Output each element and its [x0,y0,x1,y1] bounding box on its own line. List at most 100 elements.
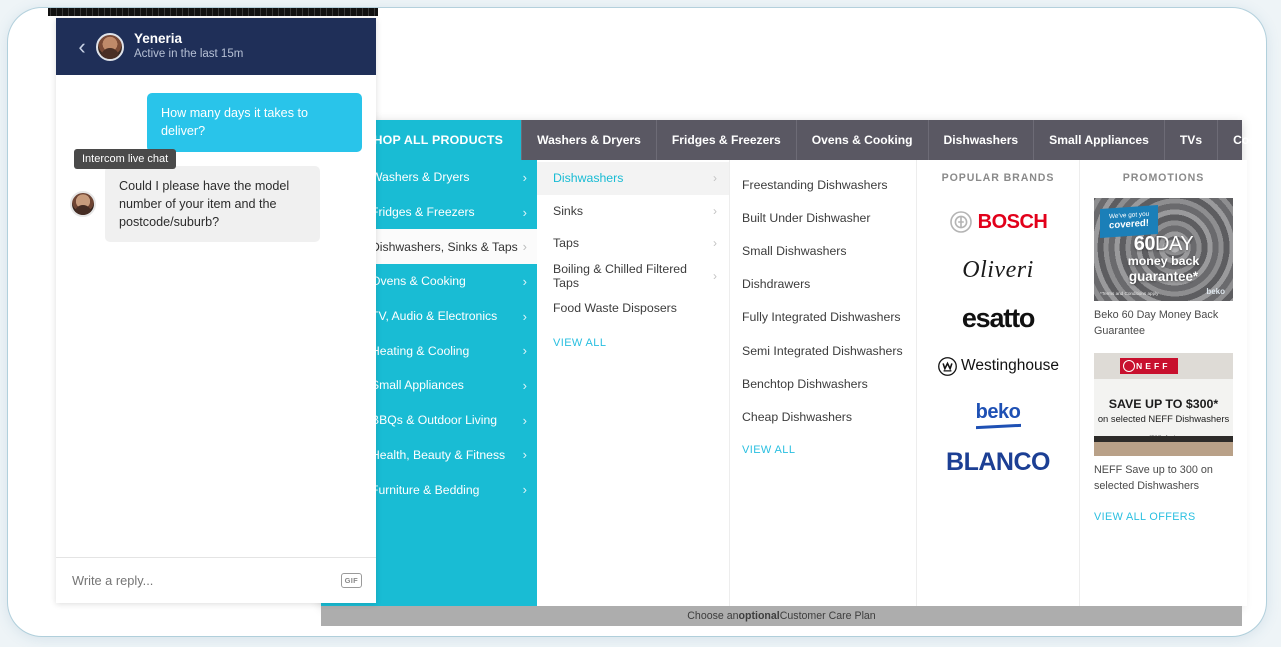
category-label: Washers & Dryers [371,170,470,185]
footer-suffix: Customer Care Plan [779,610,876,622]
chevron-right-icon: › [522,239,527,255]
customer-care-plan-bar[interactable]: Choose an optional Customer Care Plan [321,606,1242,626]
brand-logo-oliveri[interactable]: Oliveri [917,246,1079,294]
promo-brand-logo: beko [1206,287,1225,296]
product-type-item-fully-integrated-dishwashers[interactable]: Fully Integrated Dishwashers [730,301,916,334]
promo-fine-print: *Terms and Conditions apply [1100,291,1159,296]
subcategory-label: Sinks [553,203,584,218]
subcategory-item-boiling-chilled-filtered-taps[interactable]: Boiling & Chilled Filtered Taps › [537,260,729,293]
category-label: Fridges & Freezers [371,205,475,220]
promo-big-number: 60 [1133,233,1156,255]
subcategory-label: Dishwashers [553,171,624,186]
category-label: BBQs & Outdoor Living [371,413,497,428]
chevron-right-icon: › [522,412,527,428]
subcategory-item-food-waste-disposers[interactable]: Food Waste Disposers [537,292,729,325]
promo-line2: on selected NEFF Dishwashers [1097,413,1230,425]
category-label: Small Appliances [371,378,464,393]
chevron-right-icon: › [522,308,527,324]
promotions-column: PROMOTIONS We've got you covered! 60DAY … [1080,160,1247,606]
product-type-item-freestanding-dishwashers[interactable]: Freestanding Dishwashers [730,168,916,201]
category-label: Ovens & Cooking [371,274,466,289]
subcategory-item-dishwashers[interactable]: Dishwashers › [537,162,729,195]
megamenu-columns: Washers & Dryers › Fridges & Freezers › Dish… [321,160,1247,606]
category-label: TV, Audio & Electronics [371,309,498,324]
promotion-caption: Beko 60 Day Money Back Guarantee [1094,309,1219,337]
shop-megamenu-window: SHOP ALL PRODUCTS Washers & Dryers Fridge… [321,120,1266,626]
subcategory-label: Food Waste Disposers [553,301,677,316]
category-label: Furniture & Bedding [371,482,480,497]
chevron-right-icon: › [522,377,527,393]
chevron-right-icon: › [713,171,717,186]
product-type-column: Freestanding Dishwashers Built Under Dish… [730,160,917,606]
view-all-offers-link[interactable]: VIEW ALL OFFERS [1080,495,1247,523]
chevron-right-icon: › [713,268,717,283]
product-type-item-dishdrawers[interactable]: Dishdrawers [730,268,916,301]
category-label: Health, Beauty & Fitness [371,447,506,462]
promo-line2: money back [1127,254,1200,268]
chevron-right-icon: › [522,343,527,359]
chevron-right-icon: › [522,169,527,185]
category-label: Heating & Cooling [371,343,470,358]
promotion-image-neff: NEFF SAVE UP TO $300* on selected NEFF D… [1094,353,1233,457]
chevron-right-icon: › [713,203,717,218]
shop-navigation-bar: SHOP ALL PRODUCTS Washers & Dryers Fridge… [321,120,1266,160]
promo-headline: 60DAY money back guarantee* [1094,234,1233,284]
product-type-list: Freestanding Dishwashers Built Under Dish… [730,168,916,434]
page-card: ‹ Yeneria Active in the last 15m Interco… [8,8,1266,636]
gif-icon[interactable]: GIF [340,573,362,588]
product-type-item-semi-integrated-dishwashers[interactable]: Semi Integrated Dishwashers [730,334,916,367]
product-type-item-benchtop-dishwashers[interactable]: Benchtop Dishwashers [730,367,916,400]
nav-item-small-appliances[interactable]: Small Appliances [1033,120,1164,160]
nav-item-fridges-freezers[interactable]: Fridges & Freezers [655,120,796,160]
chat-contact-name: Yeneria [134,30,183,46]
shop-all-products-label: SHOP ALL PRODUCTS [365,133,504,147]
chat-composer: GIF [56,557,376,603]
promotion-card[interactable]: NEFF SAVE UP TO $300* on selected NEFF D… [1080,353,1247,494]
subcategory-view-all-link[interactable]: VIEW ALL [537,325,729,349]
promo-line3: guarantee* [1128,268,1199,284]
chat-header: ‹ Yeneria Active in the last 15m [56,18,376,75]
brand-logo-esatto[interactable]: esatto [917,294,1079,342]
subcategory-item-taps[interactable]: Taps › [537,227,729,260]
reply-input[interactable] [70,572,341,589]
agent-avatar [70,190,96,217]
subcategory-list: Dishwashers › Sinks › Taps › Boiling & Chilled… [537,162,729,325]
product-type-item-small-dishwashers[interactable]: Small Dishwashers [730,234,916,267]
chevron-left-icon[interactable]: ‹ [70,35,94,58]
brand-logo-blanco[interactable]: BLANCO [917,438,1079,486]
chevron-right-icon: › [522,204,527,220]
promo-line1: SAVE UP TO $300* [1108,397,1219,412]
product-type-item-cheap-dishwashers[interactable]: Cheap Dishwashers [730,400,916,433]
brand-logo-beko[interactable]: beko [917,390,1079,438]
subcategory-item-sinks[interactable]: Sinks › [537,195,729,228]
product-type-item-built-under-dishwasher[interactable]: Built Under Dishwasher [730,201,916,234]
chevron-right-icon: › [713,236,717,251]
nav-item-washers-dryers[interactable]: Washers & Dryers [521,120,656,160]
category-label: Dishwashers, Sinks & Taps [371,239,518,254]
subcategory-label: Boiling & Chilled Filtered Taps [553,261,687,290]
chat-contact-status: Active in the last 15m [134,48,244,61]
nav-item-cooling[interactable]: Cooling [1217,120,1266,160]
subcategory-column: Dishwashers › Sinks › Taps › Boiling & Chilled… [537,160,730,606]
brand-logo-westinghouse[interactable]: Westinghouse [917,342,1079,390]
nav-item-ovens-cooking[interactable]: Ovens & Cooking [795,120,928,160]
brand-logo-bosch[interactable]: BOSCH [917,198,1079,246]
kitchen-floor [1094,436,1233,457]
promotions-heading: PROMOTIONS [1122,172,1205,184]
chevron-right-icon: › [522,482,527,498]
chat-message-list: Intercom live chat How many days it take… [56,75,376,557]
product-type-view-all-link[interactable]: VIEW ALL [730,434,916,456]
popular-brands-heading: POPULAR BRANDS [941,172,1055,184]
nav-item-tvs[interactable]: TVs [1163,120,1217,160]
nav-item-dishwashers[interactable]: Dishwashers [927,120,1034,160]
chat-message-row: Could I please have the model number of … [56,165,376,243]
promo-tag-line2: covered! [1109,217,1149,232]
brand-list: BOSCH Oliveri esatto Westinghouse beko BLANCO [917,198,1079,486]
browser-chrome-strip [48,8,378,16]
promotion-card[interactable]: We've got you covered! 60DAY money back … [1080,198,1247,339]
chevron-right-icon: › [522,447,527,463]
footer-prefix: Choose an [687,610,739,622]
promo-big-word: DAY [1155,233,1194,255]
chat-bubble-user: How many days it takes to deliver? [147,93,362,152]
chevron-right-icon: › [522,273,527,289]
